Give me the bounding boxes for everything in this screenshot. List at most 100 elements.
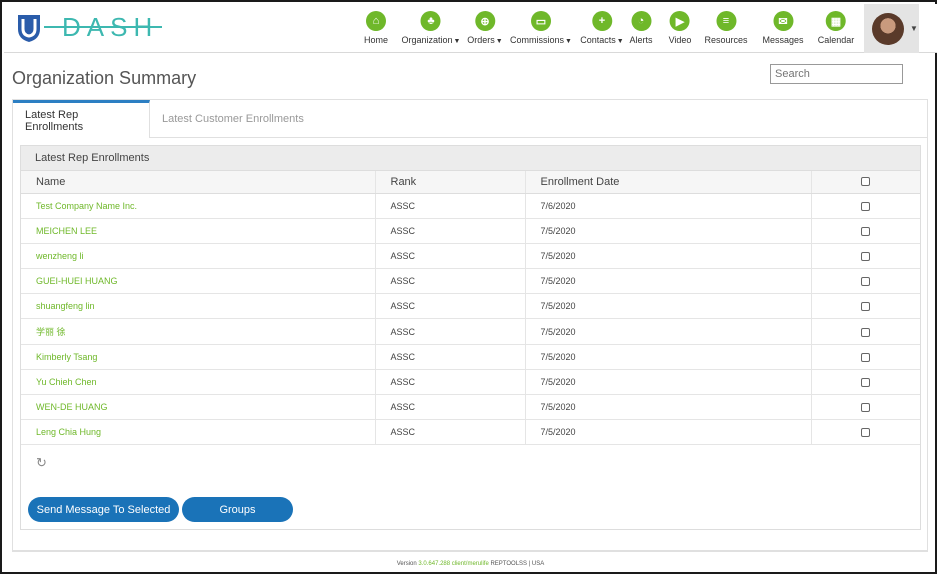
rep-name-link[interactable]: Test Company Name Inc. bbox=[21, 193, 376, 219]
chevron-down-icon: ▼ bbox=[565, 38, 572, 45]
nav-label-text: Home bbox=[363, 35, 389, 45]
nav-label: Video bbox=[669, 35, 692, 45]
table-row: wenzheng li ASSC 7/5/2020 bbox=[21, 243, 920, 270]
rep-name-link[interactable]: WEN-DE HUANG bbox=[21, 394, 376, 421]
main-nav: ⌂ Home ♣ Organization▼ ⊕ Orders▼ ▭ Commissions▼… bbox=[4, 11, 937, 51]
avatar bbox=[872, 12, 904, 45]
enrollment-date-cell: 7/5/2020 bbox=[525, 293, 812, 320]
rank-cell: ASSC bbox=[375, 394, 526, 421]
rank-cell: ASSC bbox=[375, 268, 526, 295]
refresh-icon[interactable]: ↻ bbox=[36, 455, 47, 471]
rank-cell: ASSC bbox=[375, 193, 526, 219]
nav-item-home[interactable]: ⌂ Home bbox=[364, 11, 388, 45]
panel-heading: Latest Rep Enrollments bbox=[21, 146, 920, 171]
nav-item-orders[interactable]: ⊕ Orders▼ bbox=[467, 11, 503, 45]
top-navbar: DASH ⌂ Home ♣ Organization▼ ⊕ Orders▼ ▭ Commiss… bbox=[4, 4, 937, 53]
rank-cell: ASSC bbox=[375, 218, 526, 244]
tab-latest-rep-enrollments[interactable]: Latest Rep Enrollments bbox=[13, 100, 150, 138]
column-header-name[interactable]: Name bbox=[21, 171, 376, 194]
rep-name-link[interactable]: GUEI-HUEI HUANG bbox=[21, 268, 376, 295]
rank-cell: ASSC bbox=[375, 344, 526, 370]
chevron-down-icon: ▼ bbox=[453, 38, 461, 45]
nav-label: Contacts▼ bbox=[580, 35, 623, 45]
nav-label: Calendar bbox=[818, 35, 855, 45]
search-input[interactable] bbox=[770, 64, 903, 84]
rank-cell: ASSC bbox=[375, 243, 526, 270]
nav-label-text: Orders bbox=[467, 35, 495, 45]
rep-name-link[interactable]: Leng Chia Hung bbox=[21, 419, 376, 446]
nav-label-text: Organization bbox=[401, 35, 453, 45]
nav-item-organization[interactable]: ♣ Organization▼ bbox=[402, 11, 461, 45]
enrollment-date-cell: 7/5/2020 bbox=[525, 419, 812, 446]
rank-cell: ASSC bbox=[375, 293, 526, 320]
select-cell bbox=[811, 293, 920, 320]
row-select-checkbox[interactable] bbox=[861, 277, 871, 287]
rep-name-link[interactable]: Kimberly Tsang bbox=[21, 344, 376, 370]
nav-label: Messages bbox=[762, 35, 803, 45]
chevron-down-icon: ▼ bbox=[910, 24, 918, 33]
footer-suffix: REPTOOLSS | USA bbox=[490, 561, 545, 567]
enrollment-date-cell: 7/5/2020 bbox=[525, 268, 812, 295]
nav-label: Commissions▼ bbox=[510, 35, 572, 45]
select-all-checkbox[interactable] bbox=[861, 177, 871, 187]
envelope-icon: ✉ bbox=[773, 11, 793, 31]
nav-label-text: Commissions bbox=[510, 35, 565, 45]
row-select-checkbox[interactable] bbox=[861, 428, 871, 438]
footer-version-link[interactable]: 3.0.647.288 client/merulife bbox=[418, 561, 488, 567]
user-menu[interactable]: ▼ bbox=[864, 4, 919, 53]
nav-label-text: Video bbox=[668, 35, 692, 45]
nav-label: Organization▼ bbox=[402, 35, 461, 45]
rep-name-link[interactable]: 学丽 徐 bbox=[21, 318, 376, 345]
rep-name-link[interactable]: MEICHEN LEE bbox=[21, 218, 376, 244]
column-header-rank[interactable]: Rank bbox=[375, 171, 526, 194]
select-cell bbox=[811, 268, 920, 295]
row-select-checkbox[interactable] bbox=[861, 302, 871, 312]
select-cell bbox=[811, 218, 920, 244]
row-select-checkbox[interactable] bbox=[861, 252, 871, 262]
rep-name-link[interactable]: Yu Chieh Chen bbox=[21, 369, 376, 396]
nav-item-calendar[interactable]: ▦ Calendar bbox=[818, 11, 855, 45]
send-message-button[interactable]: Send Message To Selected bbox=[28, 497, 179, 522]
row-select-checkbox[interactable] bbox=[861, 201, 871, 211]
select-cell bbox=[811, 344, 920, 370]
rep-name-link[interactable]: wenzheng li bbox=[21, 243, 376, 270]
footer-version-prefix: Version bbox=[396, 561, 417, 567]
document-icon: ≡ bbox=[716, 11, 736, 31]
table-header-row: Name Rank Enrollment Date bbox=[21, 171, 920, 194]
row-select-checkbox[interactable] bbox=[861, 352, 871, 362]
rank-cell: ASSC bbox=[375, 419, 526, 446]
row-select-checkbox[interactable] bbox=[861, 226, 871, 236]
nav-label-text: Resources bbox=[704, 35, 748, 45]
nav-item-messages[interactable]: ✉ Messages bbox=[762, 11, 804, 45]
enrollment-date-cell: 7/5/2020 bbox=[525, 344, 812, 370]
row-select-checkbox[interactable] bbox=[861, 403, 871, 413]
table-row: Test Company Name Inc. ASSC 7/6/2020 bbox=[21, 193, 920, 219]
tab-bar: Latest Rep Enrollments Latest Customer E… bbox=[13, 100, 316, 138]
nav-item-commissions[interactable]: ▭ Commissions▼ bbox=[510, 11, 572, 45]
select-cell bbox=[811, 243, 920, 270]
tab-latest-customer-enrollments[interactable]: Latest Customer Enrollments bbox=[150, 100, 316, 138]
calendar-icon: ▦ bbox=[826, 11, 846, 31]
column-header-enrollment-date[interactable]: Enrollment Date bbox=[525, 171, 812, 194]
video-icon: ▶ bbox=[669, 11, 690, 31]
rep-name-link[interactable]: shuangfeng lin bbox=[21, 293, 376, 320]
tab-divider bbox=[150, 137, 927, 138]
nav-label-text: Alerts bbox=[629, 35, 653, 45]
row-select-checkbox[interactable] bbox=[861, 327, 871, 337]
nav-label-text: Messages bbox=[762, 35, 804, 45]
nav-label-text: Contacts bbox=[580, 35, 616, 45]
enrollment-date-cell: 7/5/2020 bbox=[525, 394, 812, 421]
nav-item-resources[interactable]: ≡ Resources bbox=[704, 11, 748, 45]
table-row: GUEI-HUEI HUANG ASSC 7/5/2020 bbox=[21, 268, 920, 295]
nav-item-alerts[interactable]: ◔ Alerts bbox=[629, 11, 653, 45]
nav-item-contacts[interactable]: + Contacts▼ bbox=[580, 11, 624, 45]
organization-icon: ♣ bbox=[421, 11, 441, 31]
row-select-checkbox[interactable] bbox=[861, 377, 871, 387]
chevron-down-icon: ▼ bbox=[616, 38, 624, 45]
app-window: DASH ⌂ Home ♣ Organization▼ ⊕ Orders▼ ▭ Commiss… bbox=[0, 0, 937, 574]
nav-item-video[interactable]: ▶ Video bbox=[669, 11, 692, 45]
groups-button[interactable]: Groups bbox=[182, 497, 293, 522]
enrollment-date-cell: 7/6/2020 bbox=[525, 193, 812, 219]
table-row: shuangfeng lin ASSC 7/5/2020 bbox=[21, 293, 920, 320]
wallet-icon: ▭ bbox=[530, 11, 551, 31]
